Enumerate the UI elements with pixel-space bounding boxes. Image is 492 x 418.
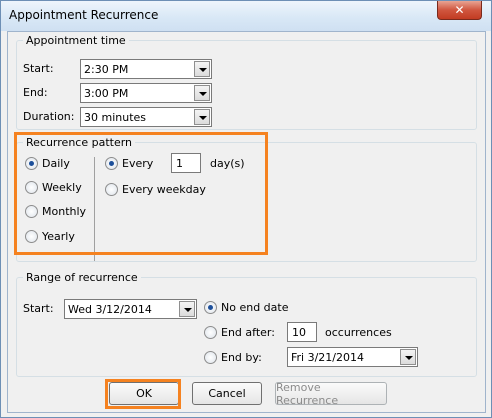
end-after-value: 10: [292, 326, 306, 339]
weekly-radio[interactable]: [25, 181, 38, 194]
start-time-label: Start:: [23, 62, 54, 75]
monthly-label: Monthly: [42, 205, 87, 218]
appointment-recurrence-dialog: Appointment Recurrence ✕ Appointment tim…: [0, 0, 492, 418]
end-after-label: End after:: [221, 326, 275, 339]
chevron-down-icon[interactable]: [194, 61, 210, 77]
range-start-combo[interactable]: Wed 3/12/2014: [64, 299, 197, 319]
end-by-value: Fri 3/21/2014: [291, 351, 365, 364]
chevron-down-icon[interactable]: [179, 301, 195, 317]
daily-label: Daily: [42, 157, 70, 170]
close-icon: ✕: [454, 3, 465, 17]
weekly-label: Weekly: [42, 181, 82, 194]
start-time-value: 2:30 PM: [84, 63, 129, 76]
remove-recurrence-button[interactable]: Remove Recurrence: [275, 381, 387, 407]
end-after-input[interactable]: 10: [287, 322, 317, 342]
every-n-days-radio[interactable]: [105, 157, 118, 170]
cancel-button[interactable]: Cancel: [192, 382, 262, 405]
appointment-time-legend: Appointment time: [23, 34, 129, 47]
start-time-combo[interactable]: 2:30 PM: [80, 59, 212, 79]
every-weekday-label: Every weekday: [122, 183, 206, 196]
ok-button[interactable]: OK: [109, 382, 179, 405]
recurrence-pattern-legend: Recurrence pattern: [23, 136, 136, 149]
window-title: Appointment Recurrence: [9, 8, 159, 22]
end-by-combo[interactable]: Fri 3/21/2014: [287, 347, 418, 367]
range-start-label: Start:: [23, 302, 54, 315]
chevron-down-icon[interactable]: [194, 109, 210, 125]
range-start-value: Wed 3/12/2014: [68, 303, 152, 316]
range-legend: Range of recurrence: [23, 271, 141, 284]
range-of-recurrence-group: Range of recurrence Start: Wed 3/12/2014…: [16, 271, 477, 377]
appointment-time-group: Appointment time Start: 2:30 PM End: 3:0…: [16, 34, 477, 130]
pattern-divider: [94, 157, 95, 261]
end-after-radio[interactable]: [204, 326, 217, 339]
title-bar[interactable]: Appointment Recurrence ✕: [1, 1, 491, 31]
end-by-radio[interactable]: [204, 351, 217, 364]
yearly-radio[interactable]: [25, 230, 38, 243]
monthly-radio[interactable]: [25, 205, 38, 218]
end-time-combo[interactable]: 3:00 PM: [80, 83, 212, 103]
duration-label: Duration:: [23, 110, 75, 123]
occurrences-label: occurrences: [325, 326, 392, 339]
end-time-label: End:: [23, 86, 48, 99]
dialog-body: Appointment time Start: 2:30 PM End: 3:0…: [7, 31, 486, 413]
end-time-value: 3:00 PM: [84, 87, 129, 100]
duration-value: 30 minutes: [84, 111, 147, 124]
every-weekday-radio[interactable]: [105, 183, 118, 196]
every-days-input[interactable]: 1: [171, 153, 201, 173]
duration-combo[interactable]: 30 minutes: [80, 107, 212, 127]
chevron-down-icon[interactable]: [194, 85, 210, 101]
end-by-label: End by:: [221, 351, 262, 364]
recurrence-pattern-group: Recurrence pattern Daily Weekly Monthly …: [16, 136, 477, 262]
daily-radio[interactable]: [25, 157, 38, 170]
yearly-label: Yearly: [42, 230, 75, 243]
chevron-down-icon[interactable]: [400, 349, 416, 365]
every-days-value: 1: [176, 157, 183, 170]
every-label: Every: [122, 157, 154, 170]
no-end-date-radio[interactable]: [204, 301, 217, 314]
no-end-date-label: No end date: [221, 301, 289, 314]
close-button[interactable]: ✕: [437, 1, 482, 20]
days-unit-label: day(s): [210, 157, 245, 170]
